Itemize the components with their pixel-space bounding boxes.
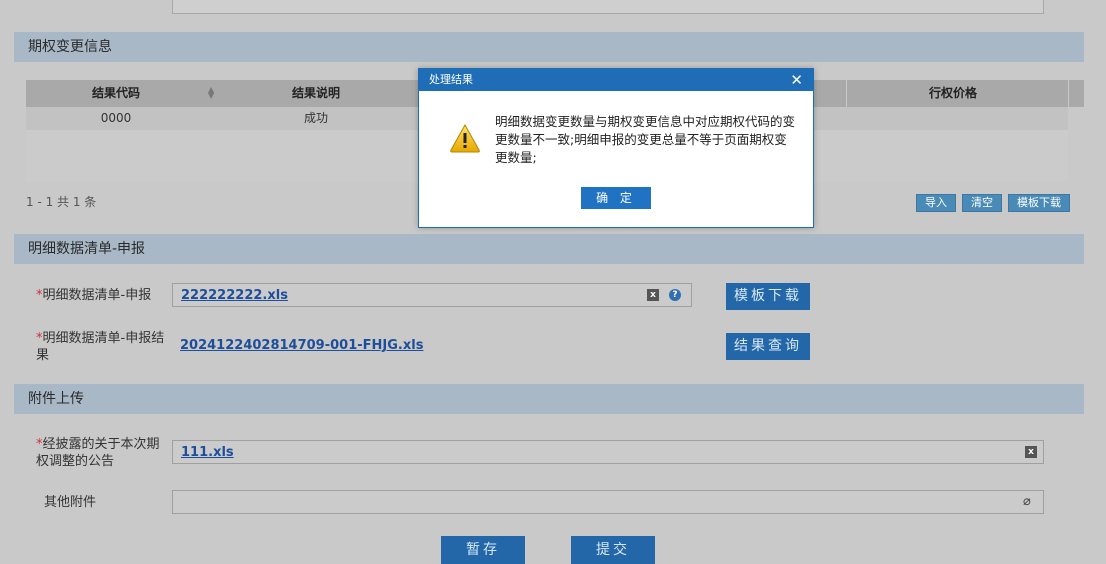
excel-icon[interactable]: x [647,289,659,301]
notice-file-link[interactable]: 111.xls [181,445,234,460]
import-button[interactable]: 导入 [916,194,956,212]
declare-file-link[interactable]: 222222222.xls [181,288,288,303]
section-header-option-change: 期权变更信息 [14,32,1084,62]
warning-icon [450,123,480,153]
col-header-result-desc[interactable]: 结果说明 [216,80,416,107]
declare-label: *明细数据清单-申报 [36,288,152,303]
col-divider [846,80,847,107]
attachment-icon[interactable]: ⌀ [1023,494,1031,509]
result-dialog: 处理结果 ✕ 明细数据变更数量与期权变更信息中对应期权代码的变更数量不一致;明细… [418,68,814,228]
dialog-message: 明细数据变更数量与期权变更信息中对应期权代码的变更数量不一致;明细申报的变更总量… [495,114,796,165]
col-header-exercise-price[interactable]: 行权价格 [848,80,1058,107]
top-input-field[interactable] [172,0,1044,14]
save-button[interactable]: 暂存 [441,536,525,564]
section-header-attach: 附件上传 [14,384,1084,414]
result-query-button[interactable]: 结果查询 [726,333,810,360]
notice-label: *经披露的关于本次期权调整的公告 [36,437,160,469]
template-download-mini-button[interactable]: 模板下载 [1008,194,1070,212]
help-icon[interactable]: ? [669,289,681,301]
cell-result-code: 0000 [100,111,132,125]
dialog-title: 处理结果 [419,69,813,91]
pager-info: 1 - 1 共 1 条 [26,195,97,209]
cell-result-desc: 成功 [303,111,328,125]
section-header-detail: 明细数据清单-申报 [14,234,1084,264]
other-attach-field[interactable]: ⌀ [172,490,1044,514]
excel-icon[interactable]: x [1025,446,1037,458]
col-header-result-code[interactable]: 结果代码 [26,80,206,107]
close-icon[interactable]: ✕ [790,69,803,91]
submit-button[interactable]: 提交 [571,536,655,564]
clear-button[interactable]: 清空 [962,194,1002,212]
template-download-button[interactable]: 模板下载 [726,283,810,310]
declare-file-field[interactable]: 222222222.xls x ? [172,283,692,307]
result-file-link[interactable]: 20241224028147​09-001-FHJG.xls [180,338,423,353]
sort-icon[interactable]: ▲ ▼ [208,86,214,100]
notice-file-field[interactable]: 111.xls x [172,440,1044,464]
other-attach-label: 其他附件 [44,495,97,510]
col-divider [1068,80,1069,107]
result-label: *明细数据清单-申报结果 [36,331,165,363]
ok-button[interactable]: 确 定 [581,187,651,209]
